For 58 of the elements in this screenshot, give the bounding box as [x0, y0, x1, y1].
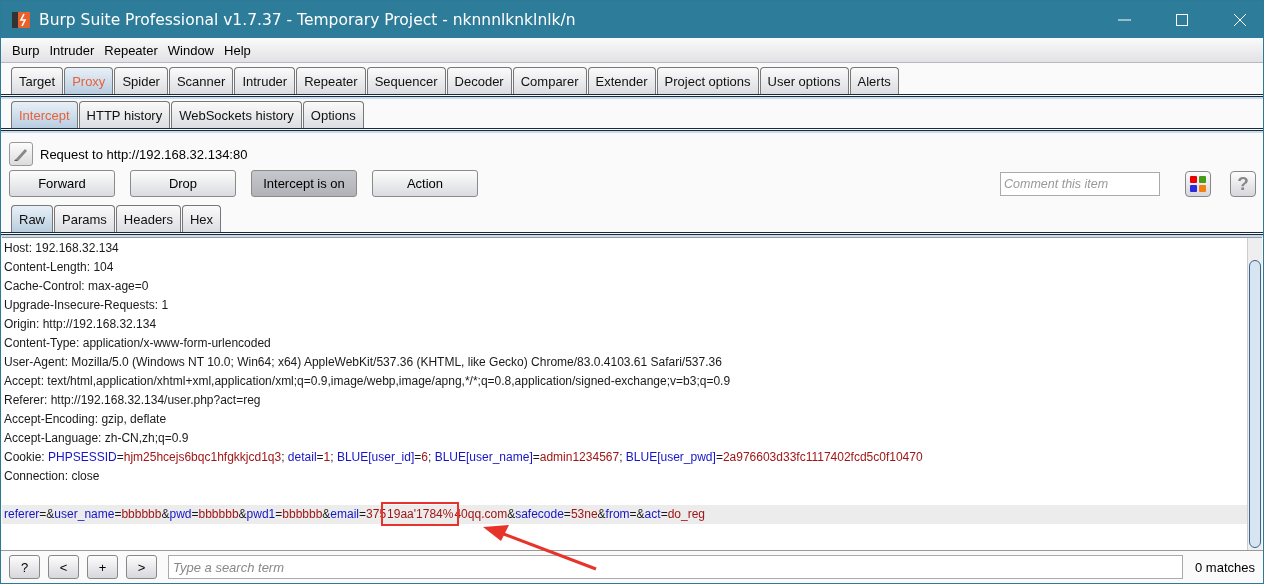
- search-nav-button[interactable]: ?: [9, 555, 40, 579]
- close-icon: [1233, 12, 1247, 27]
- menu-item[interactable]: Repeater: [99, 42, 163, 58]
- search-nav-button[interactable]: >: [126, 555, 157, 579]
- code-line: User-Agent: Mozilla/5.0 (Windows NT 10.0; Win64; x64) AppleWebKit/537.36 (KHTML, like Gecko) Chrome/83.0.4103.61 Safari/537.36: [3, 354, 723, 371]
- tab[interactable]: Spider: [114, 67, 168, 94]
- code-line: Cookie: PHPSESSID=hjm25hcejs6bqc1hfgkkjcd1q3; detail=1; BLUE[user_id]=6; BLUE[user_name]=admin1234567; BLUE[user_pwd]=2a976603d33fc1117402fcd5c0f10470: [3, 449, 924, 466]
- tab[interactable]: Target: [11, 67, 64, 94]
- code-line: Host: 192.168.32.134: [3, 240, 120, 257]
- tab[interactable]: Params: [54, 205, 115, 232]
- code-line: Origin: http://192.168.32.134: [3, 316, 158, 333]
- menu-item[interactable]: Help: [219, 42, 256, 58]
- menu-item[interactable]: Intruder: [44, 42, 100, 58]
- code-line: Accept-Language: zh-CN,zh;q=0.9: [3, 430, 190, 447]
- tab[interactable]: HTTP history: [78, 101, 171, 128]
- menu-item[interactable]: Burp: [7, 42, 45, 58]
- tab[interactable]: Options: [302, 101, 364, 128]
- action-button[interactable]: Action: [372, 170, 478, 197]
- code-line: Upgrade-Insecure-Requests: 1: [3, 297, 170, 314]
- tab[interactable]: Comparer: [512, 67, 587, 94]
- request-label: Request to http://192.168.32.134:80: [40, 146, 248, 162]
- app-logo-icon: [11, 9, 31, 30]
- match-count: 0 matches: [1194, 559, 1255, 575]
- scrollbar[interactable]: [1247, 238, 1262, 550]
- window-title: Burp Suite Professional v1.7.37 - Temporary Project - nknnnlknklnlk/n: [39, 10, 576, 29]
- search-nav-button[interactable]: +: [87, 555, 118, 579]
- tab[interactable]: Extender: [587, 67, 656, 94]
- tab[interactable]: WebSockets history: [171, 101, 302, 128]
- code-line: Content-Type: application/x-www-form-urlencoded: [3, 335, 272, 352]
- menu-item[interactable]: Window: [162, 42, 219, 58]
- edit-button[interactable]: [9, 142, 33, 166]
- tab[interactable]: Repeater: [296, 67, 366, 94]
- tab[interactable]: Raw: [11, 205, 53, 232]
- action-button[interactable]: Intercept is on: [251, 170, 357, 197]
- tab[interactable]: Headers: [115, 205, 181, 232]
- code-line: Accept: text/html,application/xhtml+xml,application/xml;q=0.9,image/webp,image/apng,*/*;q=0.8,application/signed-exchange;v=b3;q=0.9: [3, 373, 732, 390]
- code-line: Content-Length: 104: [3, 259, 115, 276]
- action-button[interactable]: Forward: [9, 170, 115, 197]
- code-line: Connection: close: [3, 468, 101, 485]
- search-nav-button[interactable]: <: [48, 555, 79, 579]
- color-highlight-button[interactable]: [1185, 170, 1211, 197]
- pencil-icon: [13, 146, 29, 162]
- tab[interactable]: Hex: [181, 205, 222, 232]
- tab[interactable]: Decoder: [446, 67, 512, 94]
- tab[interactable]: Scanner: [168, 67, 234, 94]
- tab[interactable]: User options: [759, 67, 849, 94]
- minimize-icon: [1117, 18, 1131, 21]
- code-line: Referer: http://192.168.32.134/user.php?act=reg: [3, 392, 262, 409]
- code-line: Accept-Encoding: gzip, deflate: [3, 411, 168, 428]
- code-line: Cache-Control: max-age=0: [3, 278, 150, 295]
- tab[interactable]: Sequencer: [366, 67, 446, 94]
- tab[interactable]: Project options: [656, 67, 759, 94]
- action-button[interactable]: Drop: [130, 170, 236, 197]
- search-field[interactable]: Type a search term: [168, 555, 1183, 579]
- comment-field[interactable]: Comment this item: [1000, 171, 1160, 196]
- maximize-icon: [1175, 12, 1189, 27]
- tab[interactable]: Alerts: [849, 67, 899, 94]
- tab[interactable]: Intruder: [234, 67, 296, 94]
